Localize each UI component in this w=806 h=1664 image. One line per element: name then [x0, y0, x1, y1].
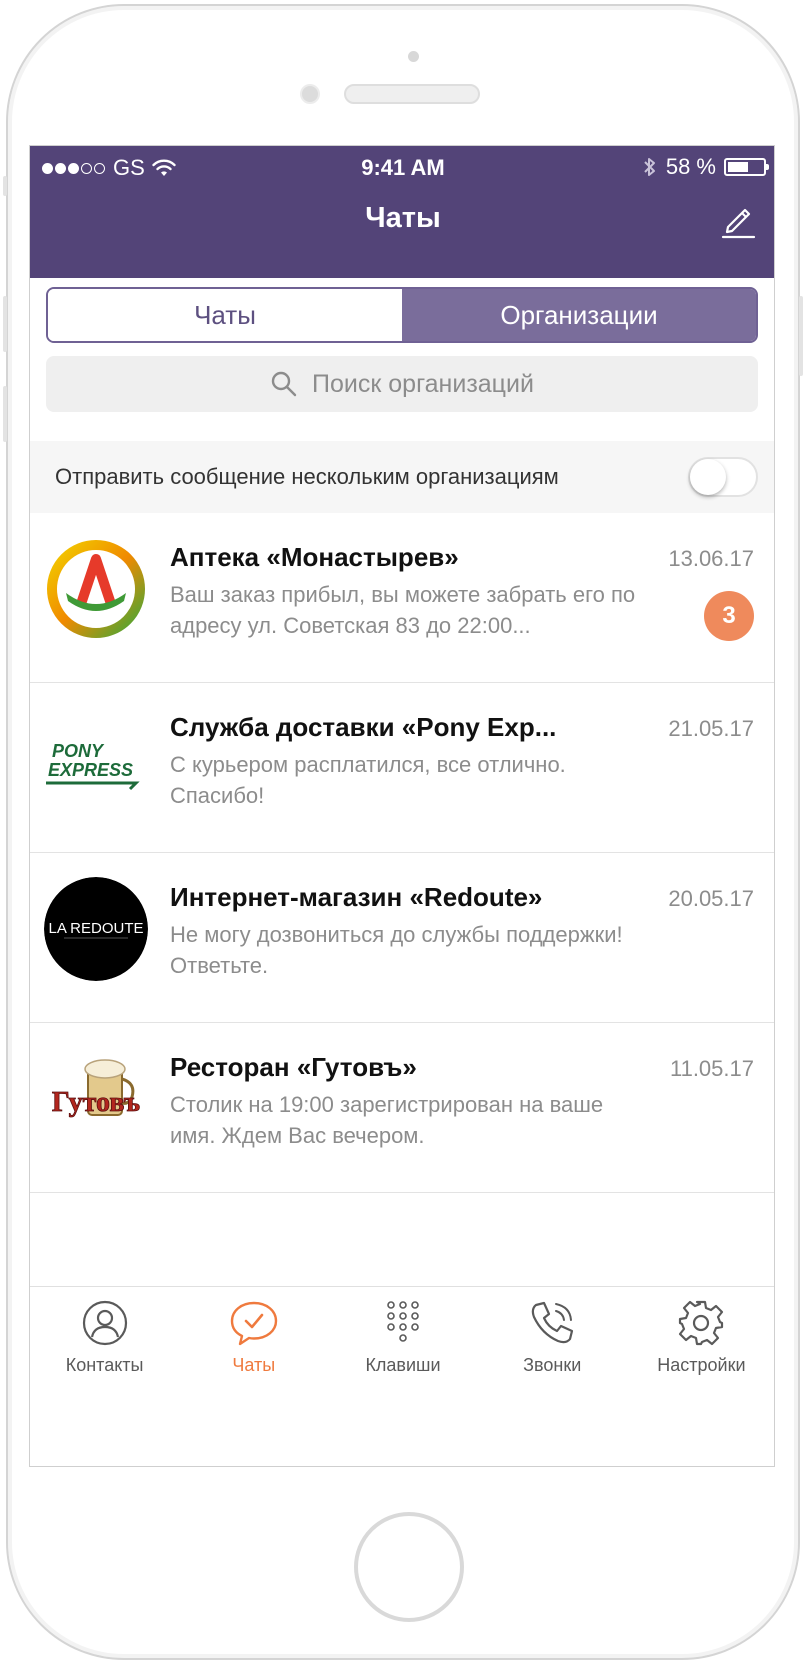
- chat-icon: [230, 1301, 277, 1346]
- chat-row[interactable]: Гутовъ Ресторан «Гутовъ» 11.05.17 Столик…: [30, 1023, 774, 1193]
- chat-date: 21.05.17: [668, 716, 754, 741]
- top-bar: GS 9:41 AM 58 % Чаты: [30, 146, 774, 278]
- segmented-control: Чаты Организации: [46, 287, 758, 343]
- mute-switch: [3, 176, 7, 196]
- volume-up-button: [3, 296, 7, 352]
- unread-badge: 3: [704, 591, 754, 641]
- chat-preview: Ваш заказ прибыл, вы можете забрать его …: [170, 582, 636, 638]
- chat-name: Аптека «Монастырев»: [170, 542, 459, 572]
- tab-label: Клавиши: [365, 1355, 441, 1375]
- chat-preview: С курьером расплатился, все отлично. Спа…: [170, 752, 566, 808]
- app-screen: GS 9:41 AM 58 % Чаты Чаты Организации По…: [29, 145, 775, 1467]
- phone-icon: [531, 1301, 574, 1344]
- tab-keypad[interactable]: Клавиши: [328, 1287, 477, 1387]
- chat-name: Ресторан «Гутовъ»: [170, 1052, 417, 1082]
- battery-percent: 58 %: [665, 154, 716, 179]
- tab-chats[interactable]: Чаты: [48, 289, 402, 341]
- bluetooth-icon: [644, 158, 655, 176]
- chat-preview: Столик на 19:00 зарегистрирован на ваше …: [170, 1092, 604, 1148]
- chat-row[interactable]: LA REDOUTE Интернет-магазин «Redoute» 20…: [30, 853, 774, 1023]
- svg-text:LA REDOUTE: LA REDOUTE: [48, 920, 143, 937]
- gutov-logo-icon: Гутовъ: [44, 1047, 148, 1151]
- volume-down-button: [3, 386, 7, 442]
- pony-express-logo-icon: PONY EXPRESS: [44, 707, 148, 811]
- gear-icon: [679, 1300, 724, 1346]
- page-title: Чаты: [365, 202, 441, 234]
- tab-settings[interactable]: Настройки: [627, 1287, 774, 1387]
- svg-text:PONY: PONY: [52, 741, 105, 761]
- broadcast-row: Отправить сообщение нескольким организац…: [30, 441, 774, 513]
- battery-icon: [724, 158, 769, 176]
- chat-name: Служба доставки «Pony Exp...: [170, 712, 557, 742]
- contacts-icon: [82, 1300, 127, 1346]
- tab-contacts[interactable]: Контакты: [30, 1287, 179, 1387]
- chat-preview: Не могу дозвониться до службы поддержки!…: [170, 922, 623, 978]
- chat-date: 20.05.17: [668, 886, 754, 911]
- pharmacy-logo-icon: [44, 537, 148, 641]
- compose-icon[interactable]: [718, 200, 758, 240]
- chat-row[interactable]: Аптека «Монастырев» 13.06.17 Ваш заказ п…: [30, 513, 774, 683]
- front-camera: [300, 84, 320, 104]
- chat-date: 11.05.17: [669, 1056, 754, 1081]
- toggle-knob: [690, 459, 726, 495]
- svg-text:Гутовъ: Гутовъ: [52, 1087, 140, 1118]
- chat-date: 13.06.17: [668, 546, 754, 571]
- chat-list: Аптека «Монастырев» 13.06.17 Ваш заказ п…: [30, 513, 774, 1193]
- chat-row[interactable]: PONY EXPRESS Служба доставки «Pony Exp..…: [30, 683, 774, 853]
- tab-chats-nav[interactable]: Чаты: [179, 1287, 328, 1387]
- home-button[interactable]: [354, 1512, 464, 1622]
- broadcast-label: Отправить сообщение нескольким организац…: [55, 464, 559, 489]
- proximity-sensor: [408, 51, 419, 62]
- broadcast-toggle[interactable]: [688, 457, 758, 497]
- tab-label: Контакты: [65, 1355, 144, 1375]
- status-bar: GS 9:41 AM 58 %: [30, 146, 774, 182]
- svg-text:EXPRESS: EXPRESS: [48, 760, 133, 780]
- tab-calls[interactable]: Звонки: [478, 1287, 627, 1387]
- la-redoute-logo-icon: LA REDOUTE: [44, 877, 148, 981]
- tab-label: Настройки: [657, 1355, 746, 1375]
- search-input[interactable]: Поиск организаций: [46, 356, 758, 412]
- bottom-tab-bar: Контакты Чаты Клавиши Звонки Настройки: [30, 1286, 774, 1387]
- tab-organizations[interactable]: Организации: [402, 289, 756, 341]
- tab-label: Чаты: [232, 1355, 276, 1375]
- power-button: [799, 296, 803, 376]
- tab-label: Звонки: [523, 1355, 582, 1375]
- chat-name: Интернет-магазин «Redoute»: [170, 882, 543, 912]
- earpiece-speaker: [344, 84, 480, 104]
- search-icon: [271, 371, 297, 397]
- keypad-icon: [387, 1301, 419, 1342]
- search-placeholder: Поиск организаций: [312, 369, 534, 398]
